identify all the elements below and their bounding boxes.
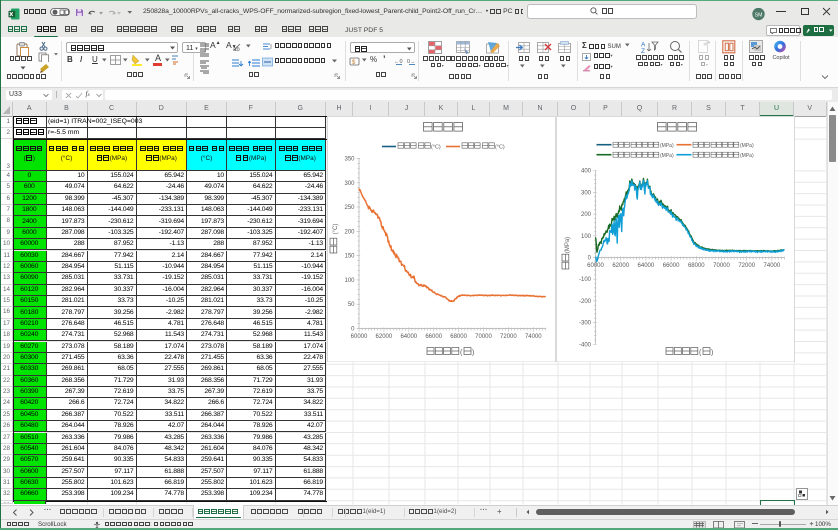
svg-text:(MPa): (MPa) bbox=[565, 236, 571, 252]
svg-text:70000: 70000 bbox=[475, 334, 492, 340]
svg-text:(°C): (°C) bbox=[431, 144, 441, 150]
svg-text:-100: -100 bbox=[579, 277, 592, 283]
svg-text:60000: 60000 bbox=[350, 334, 367, 340]
svg-text:74000: 74000 bbox=[764, 263, 781, 269]
svg-text:300: 300 bbox=[581, 190, 592, 196]
svg-text:400: 400 bbox=[581, 168, 592, 174]
svg-text:(°C): (°C) bbox=[333, 223, 339, 234]
svg-text:72000: 72000 bbox=[500, 334, 517, 340]
svg-text:(°C): (°C) bbox=[495, 144, 505, 150]
svg-text:(MPa): (MPa) bbox=[740, 153, 754, 159]
svg-text:72000: 72000 bbox=[738, 263, 755, 269]
svg-text:62000: 62000 bbox=[375, 334, 392, 340]
svg-text:68000: 68000 bbox=[688, 263, 705, 269]
svg-text:-300: -300 bbox=[579, 320, 592, 326]
svg-text:300: 300 bbox=[344, 180, 355, 186]
svg-text:200: 200 bbox=[344, 229, 355, 235]
svg-text:74000: 74000 bbox=[524, 334, 541, 340]
svg-text:100: 100 bbox=[581, 233, 592, 239]
svg-text:350: 350 bbox=[344, 156, 355, 162]
svg-text:(MPa): (MPa) bbox=[660, 143, 674, 149]
svg-text:150: 150 bbox=[344, 253, 355, 259]
svg-text:66000: 66000 bbox=[425, 334, 442, 340]
svg-text:-400: -400 bbox=[579, 342, 592, 348]
svg-text:68000: 68000 bbox=[450, 334, 467, 340]
svg-text:): ) bbox=[711, 349, 713, 356]
svg-text:(MPa): (MPa) bbox=[740, 143, 754, 149]
svg-text:-200: -200 bbox=[579, 298, 592, 304]
svg-text:64000: 64000 bbox=[638, 263, 655, 269]
svg-text:64000: 64000 bbox=[400, 334, 417, 340]
svg-text:100: 100 bbox=[344, 277, 355, 283]
svg-text:62000: 62000 bbox=[612, 263, 629, 269]
svg-text:200: 200 bbox=[581, 212, 592, 218]
svg-text:): ) bbox=[472, 349, 474, 356]
svg-text:(MPa): (MPa) bbox=[660, 153, 674, 159]
svg-text:50: 50 bbox=[347, 302, 354, 308]
svg-text:70000: 70000 bbox=[713, 263, 730, 269]
svg-text:250: 250 bbox=[344, 205, 355, 211]
svg-text:66000: 66000 bbox=[663, 263, 680, 269]
